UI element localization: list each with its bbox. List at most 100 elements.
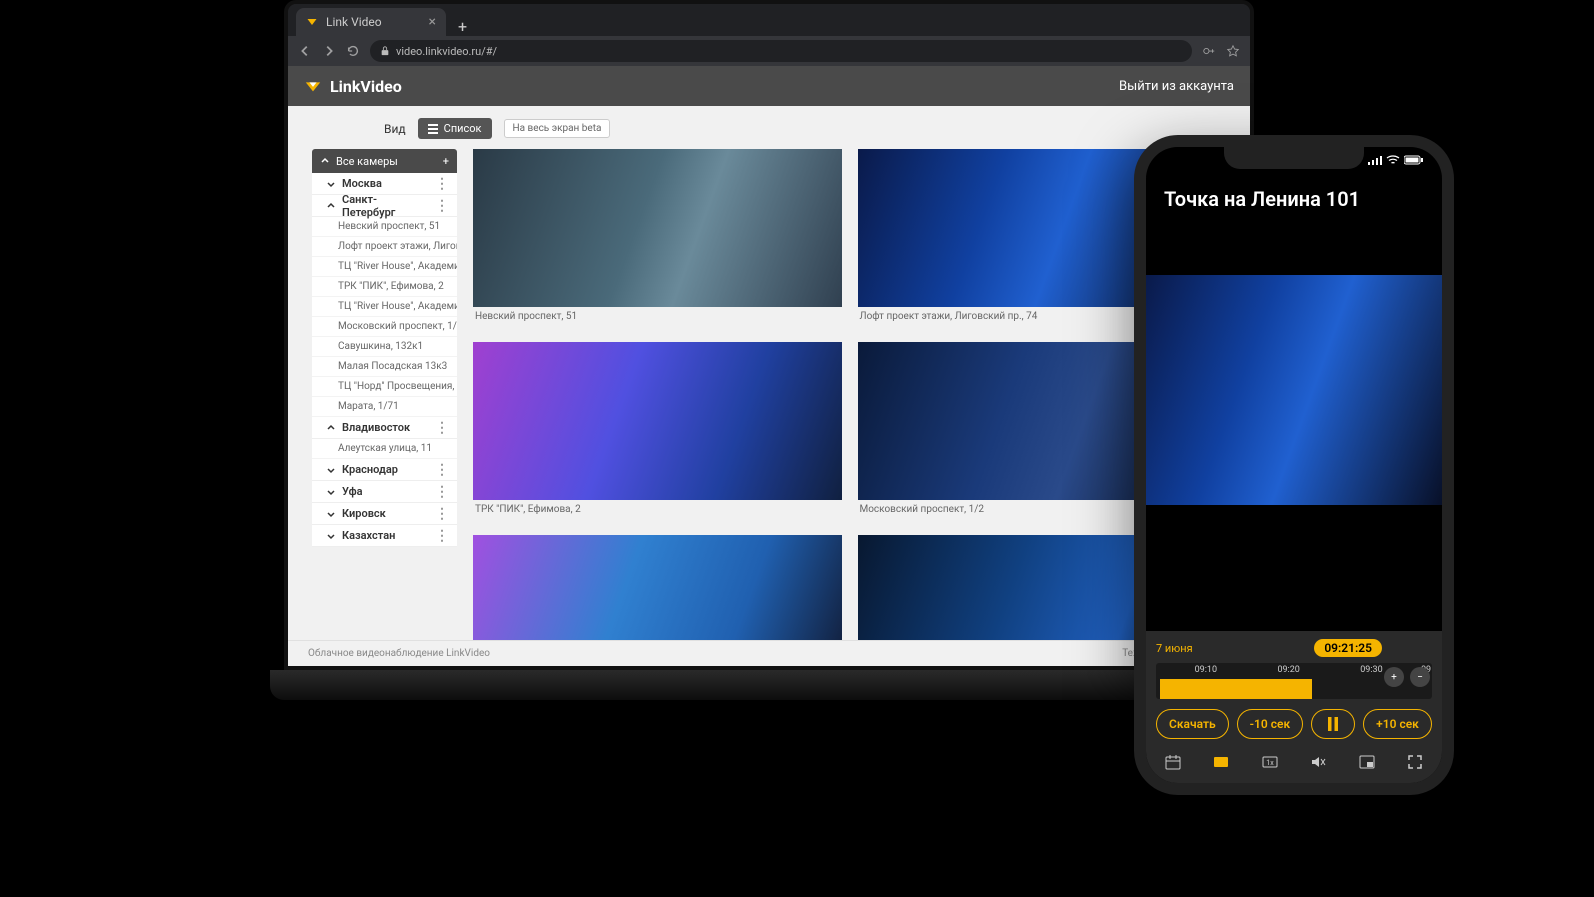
more-icon[interactable]: ⋮ [435, 180, 449, 188]
quality-icon[interactable] [1210, 751, 1232, 773]
timeline-tick: 09:20 [1277, 665, 1299, 675]
phone-controls: 7 июня 09:21:25 09:10 09:20 09:30 09 + −… [1146, 631, 1442, 783]
more-icon[interactable]: ⋮ [435, 202, 449, 210]
battery-icon [1404, 155, 1424, 165]
sidebar-camera-item[interactable]: Алеутская улица, 11 [312, 439, 457, 459]
chevron-icon [326, 509, 336, 519]
app-logo[interactable]: LinkVideo [304, 77, 402, 96]
zoom-in-icon[interactable]: + [1384, 667, 1404, 687]
calendar-icon[interactable] [1162, 751, 1184, 773]
pip-icon[interactable] [1356, 751, 1378, 773]
camera-thumb [473, 149, 842, 307]
add-icon[interactable]: + [443, 155, 449, 168]
laptop-base [270, 670, 1268, 700]
sidebar-camera-item[interactable]: Малая Посадская 13к3 [312, 357, 457, 377]
more-icon[interactable]: ⋮ [435, 488, 449, 496]
sidebar-camera-item[interactable]: Савушкина, 132к1 [312, 337, 457, 357]
timeline-tick: 09:10 [1195, 665, 1217, 675]
camera-thumb [473, 342, 842, 500]
page-body: Вид Список На весь экран beta Все камеры… [288, 106, 1250, 666]
tab-close-icon[interactable]: × [429, 14, 436, 30]
browser-tab[interactable]: Link Video × [296, 8, 446, 36]
sidebar-camera-item[interactable]: ТЦ "Норд" Просвещения, 19 [312, 377, 457, 397]
camera-caption: Невский проспект, 51 [473, 307, 842, 326]
star-icon[interactable] [1226, 44, 1240, 58]
view-list-label: Список [444, 122, 482, 135]
phone-video-frame[interactable] [1146, 275, 1442, 505]
pause-button[interactable] [1311, 709, 1355, 739]
url-field[interactable]: video.linkvideo.ru/#/ [370, 40, 1192, 62]
sidebar-camera-item[interactable]: ТЦ "River House", Академика ... [312, 297, 457, 317]
key-icon[interactable] [1202, 44, 1216, 58]
sidebar-camera-item[interactable]: Лофт проект этажи, Лиговски... [312, 237, 457, 257]
camera-grid: Невский проспект, 51 Лофт проект этажи, … [473, 149, 1226, 666]
chevron-icon [326, 465, 336, 475]
more-icon[interactable]: ⋮ [435, 510, 449, 518]
more-icon[interactable]: ⋮ [435, 532, 449, 540]
more-icon[interactable]: ⋮ [435, 424, 449, 432]
svg-text:1x: 1x [1266, 759, 1274, 767]
camera-caption: ТРК "ПИК", Ефимова, 2 [473, 500, 842, 519]
phone-mockup: Точка на Ленина 101 7 июня 09:21:25 09:1… [1134, 135, 1454, 795]
sidebar-group[interactable]: Кировск ⋮ [312, 503, 457, 525]
sidebar-group-label: Владивосток [342, 421, 410, 434]
sidebar-camera-item[interactable]: ТЦ "River House", Академика ... [312, 257, 457, 277]
timeline-time-badge: 09:21:25 [1314, 639, 1382, 657]
sidebar-group[interactable]: Санкт-Петербург⋮ [312, 195, 457, 217]
sidebar-root-label: Все камеры [336, 155, 398, 168]
nav-back-icon[interactable] [298, 44, 312, 58]
sidebar-group[interactable]: Владивосток ⋮ [312, 417, 457, 439]
footer-left: Облачное видеонаблюдение LinkVideo [308, 648, 490, 659]
sidebar-camera-item[interactable]: Московский проспект, 1/2 [312, 317, 457, 337]
signout-link[interactable]: Выйти из аккаунта [1119, 79, 1234, 94]
mute-icon[interactable] [1307, 751, 1329, 773]
back-10s-button[interactable]: -10 сек [1237, 709, 1304, 739]
nav-forward-icon[interactable] [322, 44, 336, 58]
favicon-icon [306, 16, 318, 28]
laptop-mockup: Link Video × + video.linkvideo.ru/#/ [270, 0, 1268, 720]
timeline-date: 7 июня [1156, 642, 1193, 655]
fullscreen-button[interactable]: На весь экран beta [504, 119, 611, 138]
url-text: video.linkvideo.ru/#/ [396, 45, 497, 58]
phone-title: Точка на Ленина 101 [1146, 173, 1442, 225]
sidebar-camera-item[interactable]: Невский проспект, 51 [312, 217, 457, 237]
chevron-icon [326, 531, 336, 541]
sidebar-root[interactable]: Все камеры + [312, 149, 457, 173]
app-header: LinkVideo Выйти из аккаунта [288, 66, 1250, 106]
sidebar-group[interactable]: Краснодар ⋮ [312, 459, 457, 481]
wifi-icon [1386, 155, 1400, 165]
view-toolbar: Вид Список На весь экран beta [384, 118, 1226, 139]
list-icon [428, 124, 438, 134]
speed-icon[interactable]: 1x [1259, 751, 1281, 773]
camera-card[interactable]: ТРК "ПИК", Ефимова, 2 [473, 342, 842, 519]
logo-icon [304, 77, 322, 95]
sidebar-group[interactable]: Уфа⋮ [312, 481, 457, 503]
chevron-icon [326, 487, 336, 497]
new-tab-button[interactable]: + [458, 17, 467, 36]
logo-text: LinkVideo [330, 77, 402, 96]
browser-toolbar: video.linkvideo.ru/#/ [288, 36, 1250, 66]
sidebar-group-label: Краснодар [342, 463, 398, 476]
timeline-tick: 09:30 [1360, 665, 1382, 675]
forward-10s-button[interactable]: +10 сек [1363, 709, 1432, 739]
tab-title: Link Video [326, 15, 382, 29]
more-icon[interactable]: ⋮ [435, 466, 449, 474]
view-list-button[interactable]: Список [418, 118, 492, 139]
signal-icon [1368, 155, 1382, 165]
chevron-icon [326, 201, 336, 211]
download-button[interactable]: Скачать [1156, 709, 1229, 739]
sidebar-camera-item[interactable]: Марата, 1/71 [312, 397, 457, 417]
browser-tabbar: Link Video × + [288, 4, 1250, 36]
sidebar-group[interactable]: Казахстан⋮ [312, 525, 457, 547]
laptop-screen: Link Video × + video.linkvideo.ru/#/ [284, 0, 1254, 670]
camera-card[interactable]: Невский проспект, 51 [473, 149, 842, 326]
sidebar-camera-item[interactable]: ТРК "ПИК", Ефимова, 2 [312, 277, 457, 297]
chevron-icon [326, 423, 336, 433]
sidebar-group-label: Кировск [342, 507, 386, 520]
reload-icon[interactable] [346, 44, 360, 58]
zoom-out-icon[interactable]: − [1410, 667, 1430, 687]
fullscreen-label: На весь экран beta [513, 123, 602, 134]
lock-icon [380, 46, 390, 56]
chevron-icon [326, 179, 336, 189]
fullscreen-icon[interactable] [1404, 751, 1426, 773]
